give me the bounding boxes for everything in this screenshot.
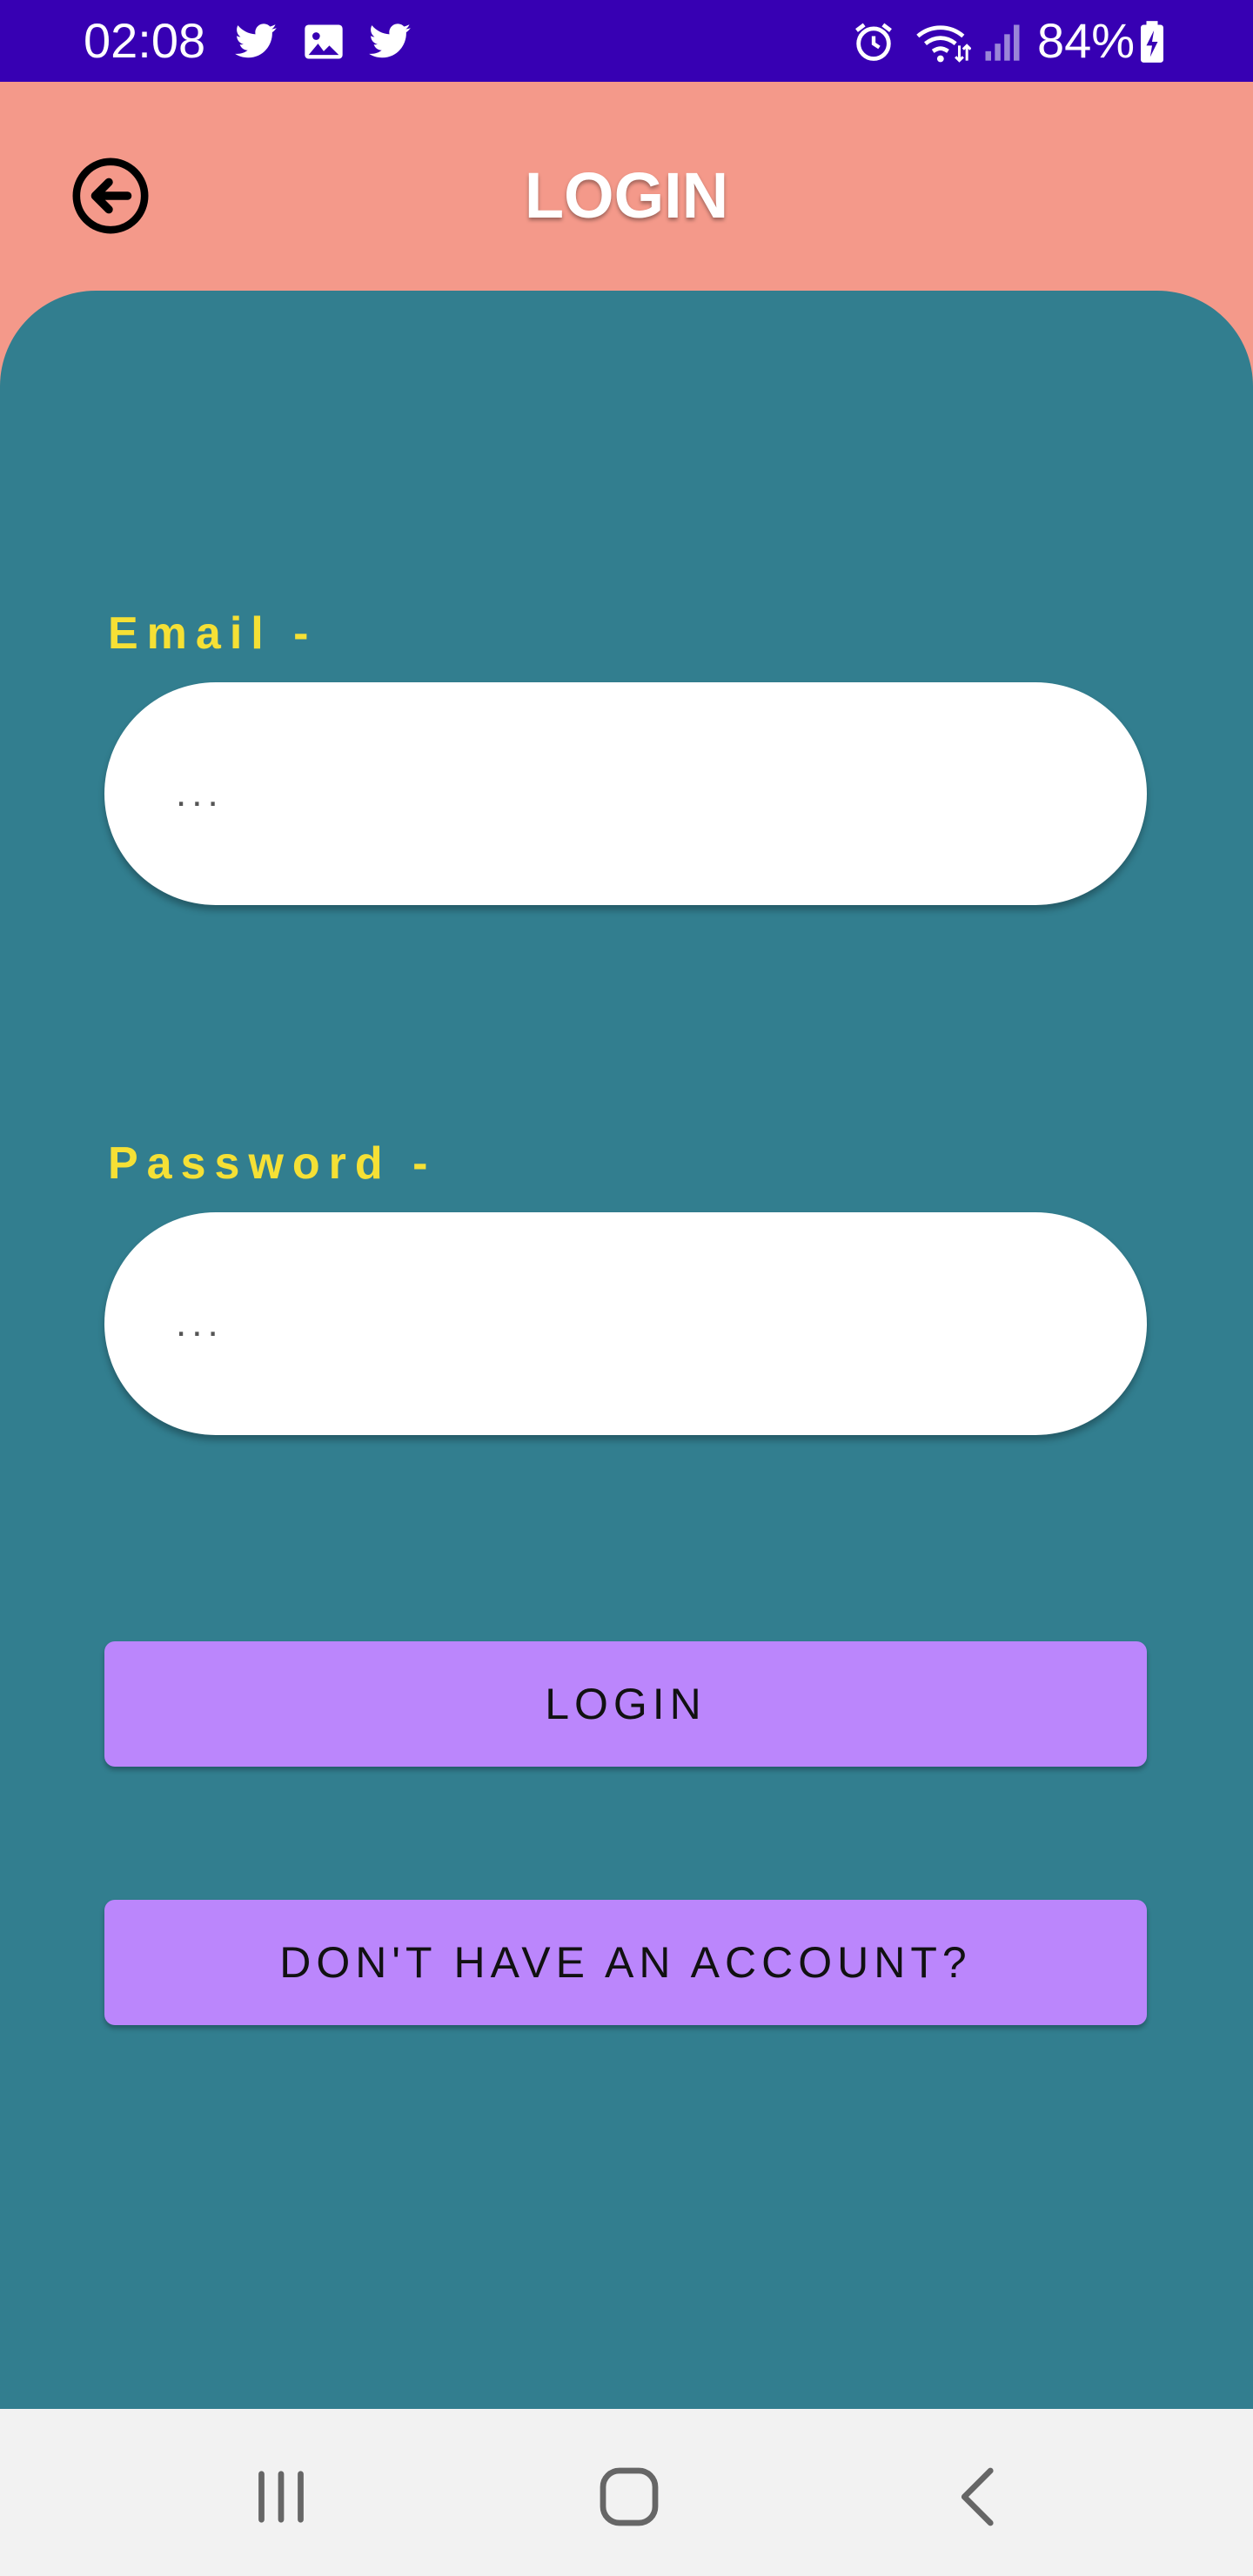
back-chevron-icon[interactable]: [941, 2458, 1020, 2536]
status-bar: 02:08 84%: [0, 0, 1253, 82]
app-bar: LOGIN: [0, 82, 1253, 291]
signup-link-button[interactable]: DON'T HAVE AN ACCOUNT?: [104, 1900, 1147, 2025]
login-form-panel: Email - Password - LOGIN DON'T HAVE AN A…: [0, 291, 1253, 2409]
email-label: Email -: [108, 608, 318, 659]
signal-icon: [985, 24, 1020, 61]
home-icon[interactable]: [590, 2458, 668, 2536]
page-title: LOGIN: [524, 159, 729, 231]
password-field[interactable]: [174, 1301, 1048, 1346]
image-icon: [305, 24, 343, 59]
battery-charging-icon: [1141, 21, 1163, 63]
alarm-icon: [855, 23, 892, 61]
wifi-icon: [916, 25, 971, 63]
twitter-icon: [369, 23, 411, 58]
system-nav-bar: [0, 2409, 1253, 2576]
login-screen: 02:08 84% LOGIN Email - ... Password - .…: [0, 0, 1253, 2576]
status-time: 02:08: [84, 13, 206, 68]
login-button[interactable]: LOGIN: [104, 1641, 1147, 1767]
password-label: Password -: [108, 1138, 437, 1189]
recents-icon[interactable]: [242, 2458, 320, 2536]
twitter-icon: [235, 23, 277, 58]
password-field-container: [104, 1212, 1147, 1435]
email-field-container: [104, 682, 1147, 905]
battery-percentage: 84%: [1037, 13, 1136, 68]
email-field[interactable]: [174, 771, 1048, 816]
